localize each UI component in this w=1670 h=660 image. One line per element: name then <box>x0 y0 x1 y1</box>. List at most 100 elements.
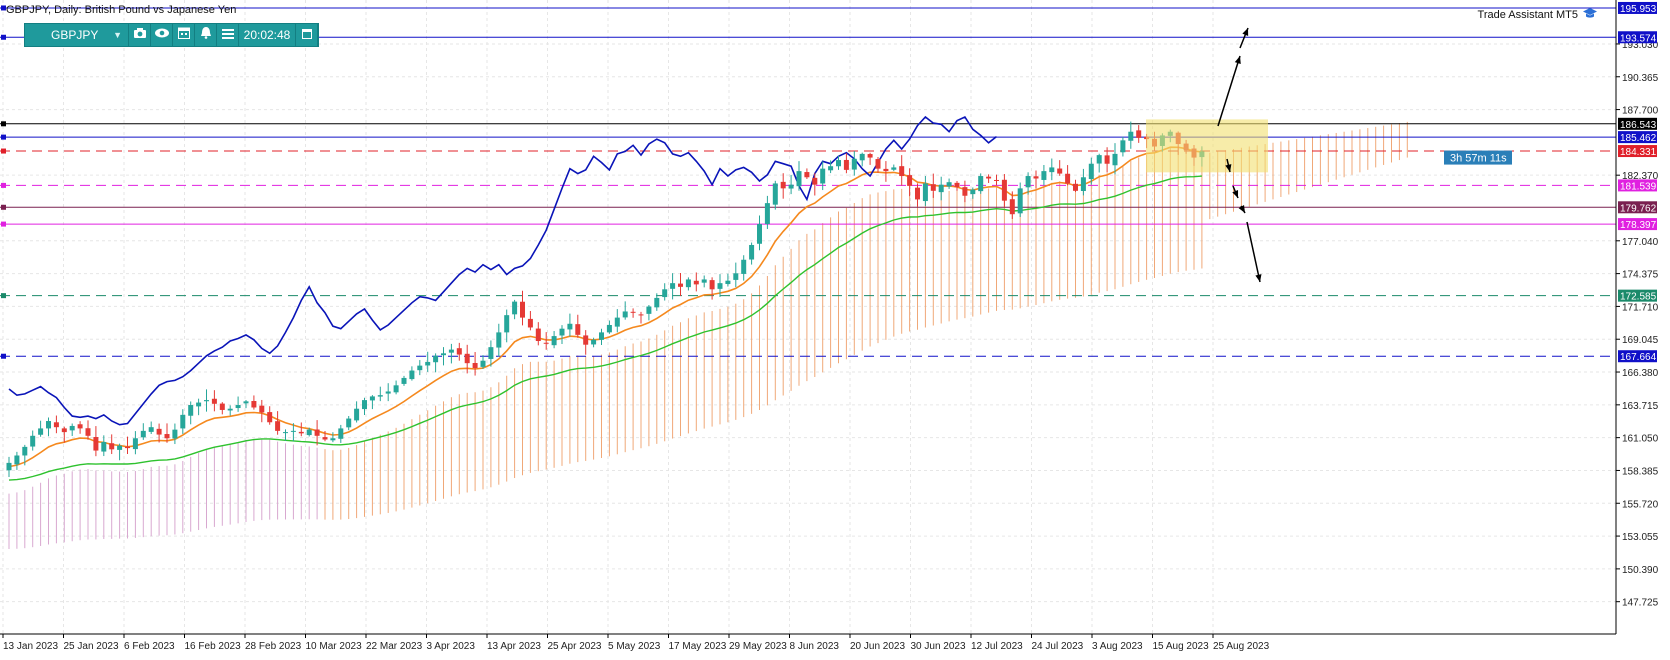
candle-body <box>132 438 138 450</box>
candle-body <box>259 405 265 413</box>
alarm-icon[interactable] <box>195 24 217 46</box>
date-tick-label: 29 May 2023 <box>729 641 787 652</box>
candle-body <box>922 183 928 202</box>
candle-body <box>1080 177 1086 191</box>
price-chart[interactable]: 193.030190.365187.700182.370177.040174.3… <box>0 0 1670 655</box>
date-tick-label: 25 Aug 2023 <box>1213 641 1270 652</box>
candle-body <box>796 171 802 187</box>
candle-body <box>393 385 399 393</box>
candle-body <box>338 428 344 439</box>
candle-body <box>843 159 849 170</box>
candle-body <box>1065 173 1071 184</box>
candle-body <box>986 176 992 179</box>
candle-body <box>1112 153 1118 166</box>
candle-body <box>6 462 12 471</box>
candle-body <box>907 175 913 186</box>
chart-background <box>0 0 1670 655</box>
candle-body <box>1128 131 1134 141</box>
candle-body <box>836 160 841 167</box>
chevron-down-icon: ▼ <box>113 30 122 40</box>
candle-body <box>172 429 178 439</box>
candle-body <box>196 402 202 407</box>
eye-icon[interactable] <box>151 24 173 46</box>
price-tick-label: 171.710 <box>1622 302 1659 313</box>
price-tick-label: 169.045 <box>1622 335 1659 346</box>
candle-body <box>14 455 20 465</box>
candle-body <box>567 323 573 330</box>
candle-body <box>417 365 423 371</box>
date-tick-label: 20 Jun 2023 <box>850 641 905 652</box>
candle-body <box>559 328 565 336</box>
candle-body <box>741 259 747 274</box>
price-level-label: 179.762 <box>1620 203 1657 214</box>
candle-body <box>140 430 146 438</box>
candle-body <box>433 355 439 363</box>
candle-body <box>915 187 920 200</box>
candle-body <box>77 424 83 429</box>
date-tick-label: 3 Apr 2023 <box>427 641 476 652</box>
candle-body <box>298 431 304 434</box>
range-box <box>1146 119 1268 173</box>
candle-body <box>219 403 225 410</box>
level-marker <box>1 134 6 140</box>
candle-body <box>330 438 336 441</box>
level-marker <box>1 121 6 127</box>
candle-body <box>859 153 865 161</box>
timer-label: 3h 57m 11s <box>1450 153 1507 165</box>
trade-assistant[interactable]: Trade Assistant MT5 <box>1478 7 1598 22</box>
candle-body <box>164 434 170 439</box>
candle-body <box>725 280 731 284</box>
candle-body <box>156 428 162 435</box>
candle-body <box>867 154 873 158</box>
candle-body <box>188 405 194 416</box>
candle-body <box>764 203 770 224</box>
date-tick-label: 30 Jun 2023 <box>911 641 966 652</box>
calendar-icon[interactable] <box>173 24 195 46</box>
candle-body <box>369 396 375 401</box>
candle-body <box>227 408 233 411</box>
candle-body <box>1049 167 1055 173</box>
candle-body <box>930 184 936 191</box>
date-tick-label: 10 Mar 2023 <box>306 641 363 652</box>
candle-body <box>148 427 154 432</box>
candle-body <box>575 324 581 335</box>
candle-body <box>275 421 281 431</box>
price-tick-label: 187.700 <box>1622 106 1659 117</box>
candle-body <box>101 441 107 452</box>
candle-body <box>543 342 549 344</box>
candle-body <box>354 408 360 421</box>
candle-body <box>630 311 636 313</box>
level-marker <box>1 148 6 154</box>
price-tick-label: 166.380 <box>1622 368 1659 379</box>
price-level-label: 181.539 <box>1620 181 1657 192</box>
candle-body <box>804 172 810 178</box>
candle-body <box>788 184 794 189</box>
price-tick-label: 177.040 <box>1622 237 1659 248</box>
candle-body <box>994 179 999 181</box>
price-level-label: 167.664 <box>1620 352 1657 363</box>
candle-body <box>978 176 984 192</box>
candle-body <box>670 283 676 289</box>
candle-body <box>1017 188 1023 214</box>
candle-body <box>401 377 407 384</box>
menu-icon[interactable] <box>217 24 239 46</box>
camera-icon[interactable] <box>129 24 151 46</box>
candle-body <box>638 314 644 316</box>
candle-body <box>646 306 652 314</box>
candle-body <box>125 446 130 449</box>
candle-body <box>733 273 739 280</box>
candle-body <box>772 183 778 205</box>
candle-body <box>480 360 486 367</box>
window-icon[interactable] <box>296 24 318 46</box>
symbol-selector[interactable]: GBPJPY ▼ <box>25 24 129 46</box>
date-tick-label: 3 Aug 2023 <box>1092 641 1143 652</box>
price-tick-label: 153.055 <box>1622 532 1659 543</box>
candle-body <box>85 428 91 436</box>
candle-body <box>662 289 668 298</box>
candle-body <box>377 395 383 397</box>
candle-body <box>749 244 755 260</box>
candle-body <box>22 446 28 456</box>
toolbar: GBPJPY ▼ 20:02:48 <box>24 23 319 47</box>
date-tick-label: 22 Mar 2023 <box>366 641 423 652</box>
date-tick-label: 13 Apr 2023 <box>487 641 541 652</box>
